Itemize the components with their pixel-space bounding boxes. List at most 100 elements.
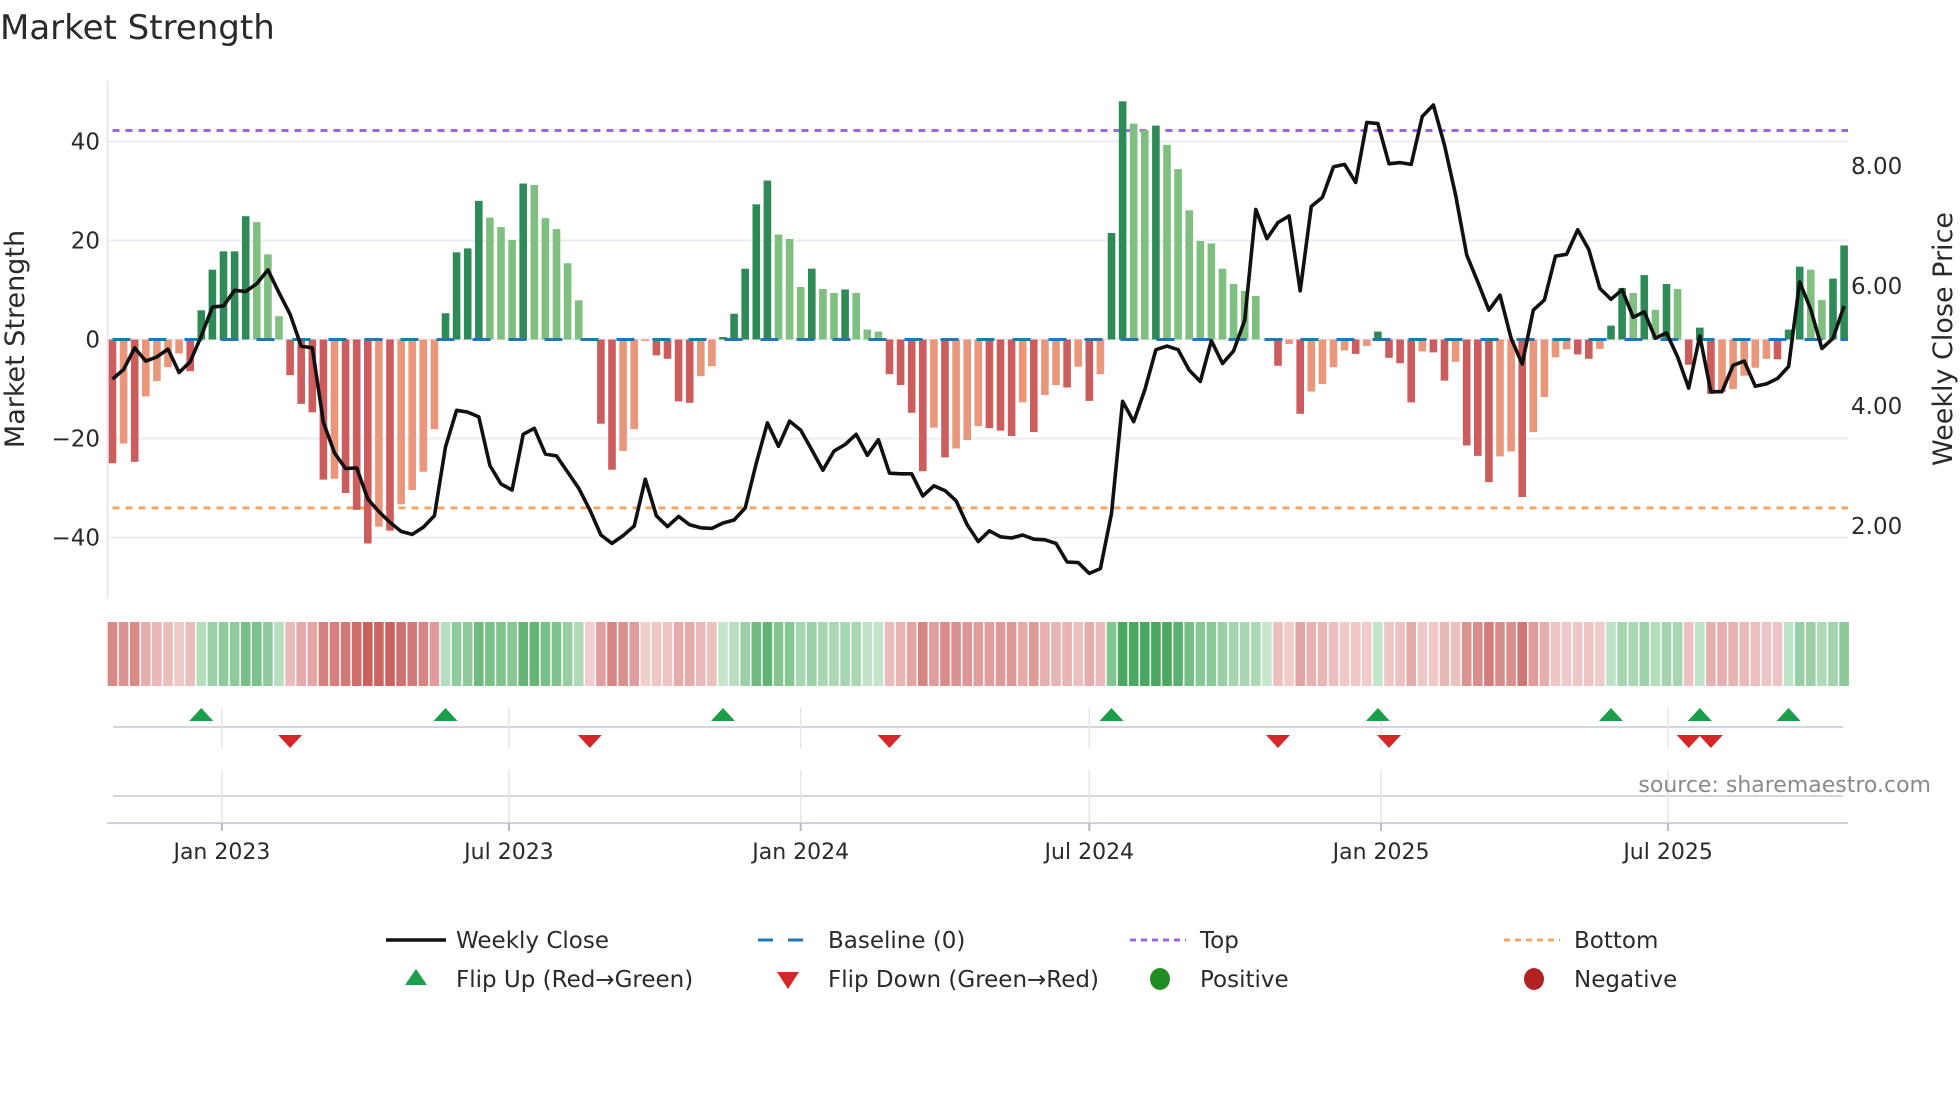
heat-cell <box>507 622 517 686</box>
y2-tick-label: 8.00 <box>1851 154 1902 180</box>
heat-cell <box>918 622 928 686</box>
strength-bar <box>1207 243 1216 340</box>
heat-cell <box>240 622 251 686</box>
strength-bar <box>1007 339 1016 437</box>
strength-bar <box>919 339 927 472</box>
flip-up-marker <box>711 708 735 721</box>
strength-bar <box>219 251 228 340</box>
heat-cell <box>829 622 839 686</box>
heat-cell <box>1306 622 1317 686</box>
heat-cell <box>1217 622 1228 686</box>
heat-cell <box>318 622 329 686</box>
strength-bar <box>397 339 405 505</box>
y-tick-label: 0 <box>85 328 100 354</box>
strength-bar <box>952 339 960 449</box>
heat-cell <box>662 622 673 686</box>
strength-bar <box>386 339 394 531</box>
legend-label: Top <box>1199 928 1239 954</box>
heat-cell <box>1006 622 1017 686</box>
strength-bar <box>963 339 971 441</box>
heat-cell <box>673 622 684 686</box>
heat-cell <box>751 622 762 686</box>
heat-cell <box>285 622 295 686</box>
heat-cell <box>274 622 284 686</box>
y-tick-label: 40 <box>71 129 100 155</box>
heat-cell <box>1584 622 1594 686</box>
y2-tick-label: 6.00 <box>1851 274 1902 300</box>
heat-cell <box>1239 622 1250 686</box>
strength-bar <box>841 289 849 340</box>
strength-bar <box>974 339 983 427</box>
heat-cell <box>407 622 417 686</box>
heat-cell <box>1450 622 1461 686</box>
heat-cell <box>940 622 950 686</box>
legend-item: Baseline (0) <box>758 928 965 954</box>
strength-bar <box>1751 339 1760 368</box>
heat-cell <box>496 622 506 686</box>
strength-bar <box>1385 339 1393 358</box>
legend-item: Weekly Close <box>386 928 609 954</box>
heat-cell <box>1606 622 1616 686</box>
y-tick-label: −40 <box>51 526 100 552</box>
y-tick-label: −20 <box>51 427 100 453</box>
heat-cell <box>585 622 595 686</box>
flip-down-marker <box>877 735 902 748</box>
strength-bar <box>1396 339 1404 364</box>
strength-bar <box>264 254 272 340</box>
strength-bar <box>1218 268 1227 340</box>
strength-bar <box>508 239 516 340</box>
strength-bar <box>352 339 361 510</box>
strength-bar <box>941 339 949 458</box>
heat-cell <box>1461 622 1472 686</box>
strength-bar <box>1418 339 1427 352</box>
strength-bar <box>275 316 283 340</box>
chart-title: Market Strength <box>0 8 275 48</box>
heat-cell <box>1428 622 1439 686</box>
heat-cell <box>485 622 495 686</box>
strength-bar <box>119 339 128 444</box>
heat-cell <box>1084 622 1095 686</box>
market-strength-chart: Market Strength 40 20 0 −20 −40 8.00 6.00 4.00 2… <box>0 8 1959 993</box>
flip-markers-panel: Jan 2023 Jul 2023 Jan 2024 Jul 2024 Jan 2025… <box>107 708 1848 865</box>
heat-cell <box>818 622 828 686</box>
heat-cell <box>1350 622 1361 686</box>
heat-cell <box>429 622 440 686</box>
heat-cell <box>1495 622 1505 686</box>
heat-cell <box>707 622 717 686</box>
strength-bar <box>1529 339 1538 433</box>
circle-icon <box>1524 968 1544 990</box>
strength-bar <box>142 339 150 397</box>
heat-cell <box>363 622 373 686</box>
strength-bar <box>1340 339 1349 351</box>
strength-bar <box>297 339 305 404</box>
strength-bar <box>1318 339 1327 385</box>
strength-bar <box>452 252 461 340</box>
strength-bar <box>1363 339 1371 346</box>
strength-bar <box>896 339 905 386</box>
strength-bar <box>364 339 372 544</box>
heat-cell <box>651 622 662 686</box>
strength-bar <box>1573 339 1582 355</box>
strength-bar <box>796 287 805 340</box>
strength-bar <box>907 339 916 413</box>
source-label: source: sharemaestro.com <box>1638 773 1931 798</box>
strength-bar <box>430 339 439 430</box>
strength-bar <box>1762 339 1771 359</box>
heat-cell <box>1128 622 1139 686</box>
heat-cell <box>207 622 218 686</box>
heat-cell <box>1373 622 1383 686</box>
strength-bar <box>1074 339 1082 367</box>
strength-bar <box>630 339 638 430</box>
heat-cell <box>1750 622 1761 686</box>
strength-bar <box>1474 339 1482 456</box>
heat-cell <box>573 622 584 686</box>
heat-cell <box>1572 622 1583 686</box>
strength-bar <box>1118 101 1127 340</box>
strength-bar <box>1585 339 1593 359</box>
strength-bar <box>375 339 383 527</box>
heat-cell <box>1661 622 1672 686</box>
heat-cell <box>1362 622 1372 686</box>
heat-cell <box>1828 622 1838 686</box>
heat-cell <box>773 622 784 686</box>
strength-bar <box>1451 339 1460 362</box>
